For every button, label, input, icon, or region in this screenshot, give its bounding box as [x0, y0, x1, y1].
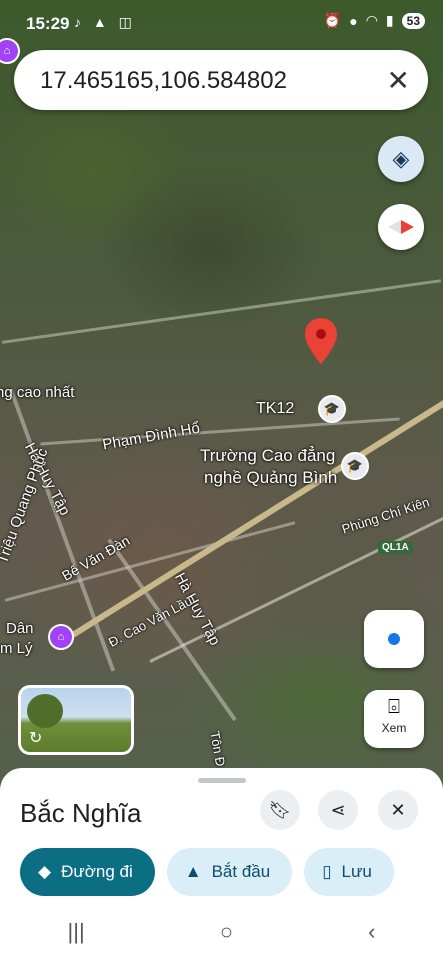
map-label: Dân — [6, 620, 34, 637]
start-button[interactable]: ▲ Bắt đầu — [166, 848, 293, 896]
action-chips: ◆ Đường đi ▲ Bắt đầu ▯ Lưu — [20, 848, 394, 896]
system-icons: ⏰ ● ◠ ▮ 53 — [324, 12, 425, 29]
wifi-icon: ◠ — [365, 12, 378, 28]
home-icon[interactable]: ○ — [220, 919, 233, 945]
map-label: nghề Quảng Bình — [204, 468, 338, 487]
directions-icon: ◆ — [38, 862, 52, 881]
directions-button[interactable]: ◆ Đường đi — [20, 848, 155, 896]
close-icon: ✕ — [390, 799, 406, 820]
layers-icon: ◈ — [392, 146, 410, 171]
map-label: Trường Cao đẳng — [200, 446, 336, 465]
search-bar[interactable]: 17.465165,106.584802 ✕ — [14, 50, 428, 110]
camera-search-icon: ⌻ — [388, 696, 400, 718]
compass-button[interactable] — [378, 204, 424, 250]
notification-icons: ♪ ▲ ◫ — [74, 14, 136, 30]
start-label: Bắt đầu — [211, 862, 271, 881]
alarm-icon: ⏰ — [323, 12, 342, 28]
close-sheet-button[interactable]: ✕ — [378, 790, 418, 830]
lens-label: Xem — [381, 721, 407, 735]
map-label: ng cao nhất — [0, 384, 75, 401]
location-icon: ● — [349, 12, 358, 29]
signal-icon: ▮ — [385, 12, 394, 28]
bookmark-icon: 🔖︎ — [268, 799, 292, 820]
save-bookmark-button[interactable]: 🔖︎ — [260, 790, 300, 830]
school-icon[interactable]: 🎓 — [318, 395, 346, 423]
bookmark-icon: ▯ — [322, 862, 332, 881]
back-icon[interactable]: ‹ — [368, 919, 375, 945]
school-icon[interactable]: 🎓 — [341, 452, 369, 480]
map-label: Phạm Đình Hổ — [101, 419, 202, 454]
location-pin-icon[interactable] — [305, 318, 337, 364]
save-label: Lưu — [341, 862, 372, 881]
map-label: Triệu Quang Phục — [0, 446, 52, 566]
recents-icon[interactable]: ||| — [68, 919, 85, 945]
my-location-button[interactable] — [364, 610, 424, 668]
status-bar: 15:29 ♪ ▲ ◫ ⏰ ● ◠ ▮ 53 — [0, 0, 443, 48]
sheet-handle[interactable] — [198, 778, 246, 783]
compass-icon — [388, 220, 414, 234]
street-view-thumbnail[interactable]: ↻ — [18, 685, 134, 755]
battery-indicator: 53 — [401, 12, 425, 29]
map-label: TK12 — [256, 400, 295, 417]
place-title: Bắc Nghĩa — [20, 798, 142, 828]
layers-button[interactable]: ◈ — [378, 136, 424, 182]
system-nav-bar: ||| ○ ‹ — [0, 904, 443, 960]
search-query[interactable]: 17.465165,106.584802 — [40, 67, 287, 95]
share-button[interactable]: ⋖ — [318, 790, 358, 830]
save-button[interactable]: ▯ Lưu — [304, 848, 394, 896]
temple-icon[interactable]: ⌂ — [48, 624, 74, 650]
street-view-icon: ↻ — [29, 730, 43, 747]
route-shield: QL1A — [378, 541, 413, 554]
status-time: 15:29 — [26, 14, 70, 33]
navigation-arrow-icon: ▲ — [184, 862, 202, 881]
map-label: m Lý — [0, 640, 33, 657]
close-icon[interactable]: ✕ — [387, 64, 410, 97]
lens-button[interactable]: ⌻ Xem — [364, 690, 424, 748]
share-icon: ⋖ — [330, 799, 346, 820]
directions-label: Đường đi — [61, 862, 133, 881]
my-location-icon — [388, 633, 400, 645]
map-label: Tôn Đ — [207, 730, 229, 768]
